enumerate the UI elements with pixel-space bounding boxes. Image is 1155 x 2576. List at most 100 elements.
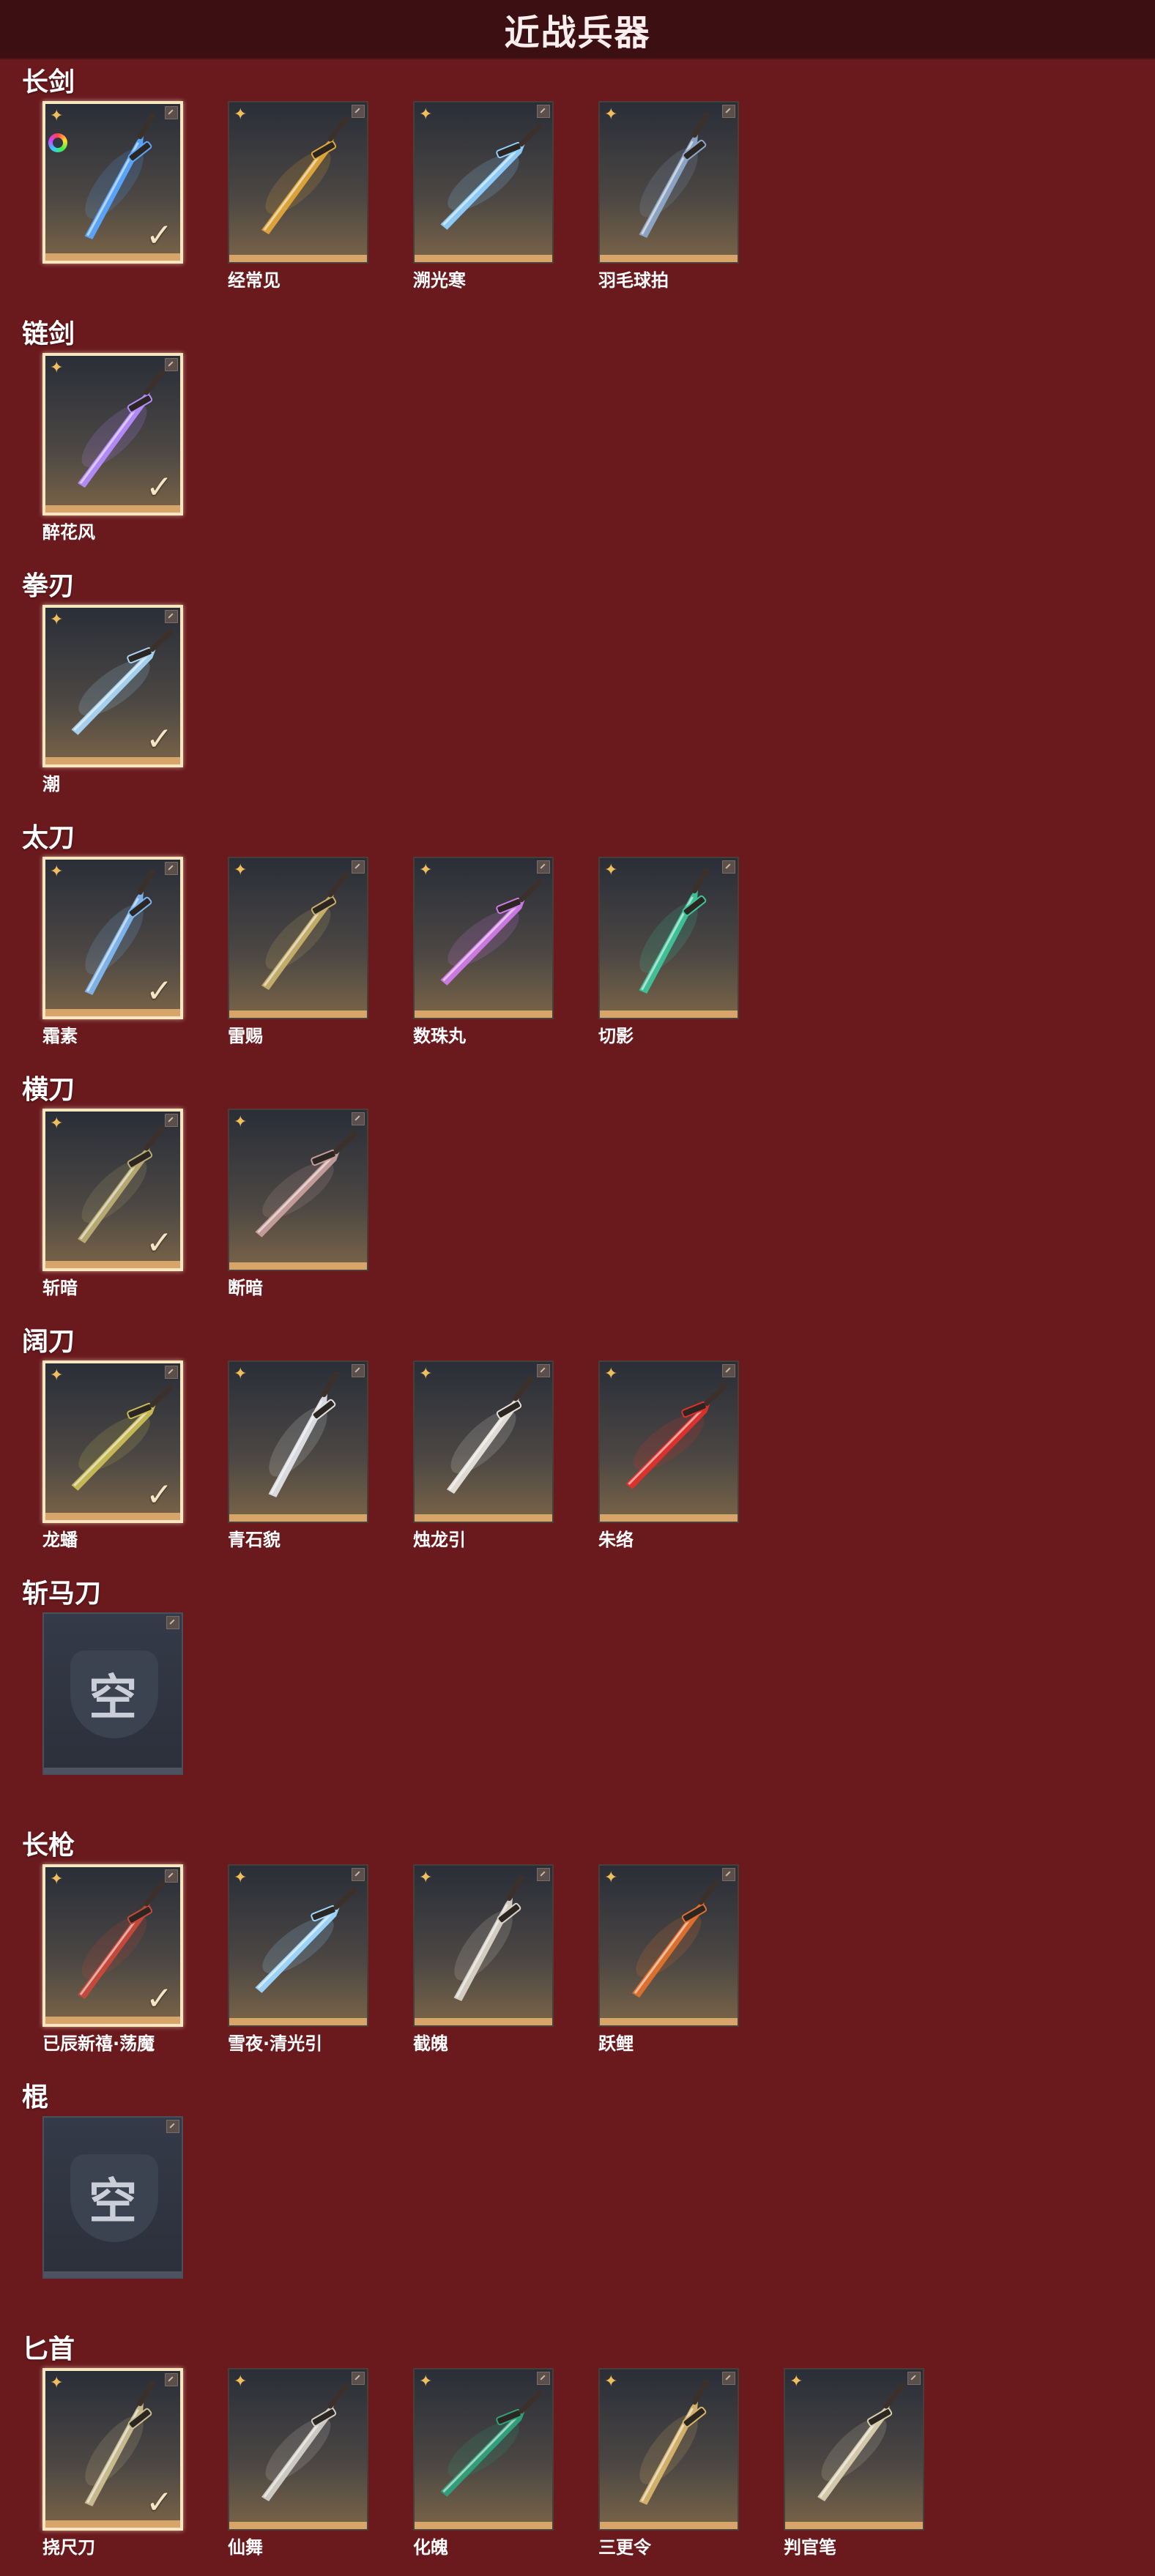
weapon-icon <box>440 2390 542 2497</box>
rarity-star-icon: ✦ <box>234 105 248 124</box>
rainbow-ring-icon <box>48 133 67 152</box>
rarity-star-icon: ✦ <box>50 1870 64 1888</box>
category-label: 链剑 <box>22 319 75 349</box>
weapon-name: 切影 <box>598 1026 634 1046</box>
rarity-star-icon: ✦ <box>604 2372 618 2391</box>
equipped-check-icon: ✓ <box>146 721 173 758</box>
weapon-icon <box>261 871 349 990</box>
weapon-icon <box>639 113 710 238</box>
empty-weapon-slot[interactable]: 空 <box>42 2116 183 2279</box>
weapon-icon <box>632 1879 720 1998</box>
weapon-card[interactable]: ✦ ✓ <box>42 101 183 264</box>
category-label: 长剑 <box>22 67 75 97</box>
weapon-name: 断暗 <box>228 1278 263 1298</box>
weapon-card[interactable]: ✦ ✓ <box>42 1109 183 1271</box>
weapon-icon <box>639 2380 710 2505</box>
rarity-star-icon: ✦ <box>50 1366 64 1385</box>
weapon-card[interactable]: ✦ ✓ <box>42 1360 183 1523</box>
weapon-name: 三更令 <box>598 2537 651 2558</box>
rarity-star-icon: ✦ <box>790 2372 803 2391</box>
equipped-check-icon: ✓ <box>146 1224 173 1262</box>
weapon-icon <box>268 1372 340 1497</box>
weapon-card[interactable]: ✦ ✓ <box>42 2368 183 2531</box>
weapon-name: 仙舞 <box>228 2537 263 2558</box>
rarity-star-icon: ✦ <box>604 1365 618 1383</box>
weapon-name: 化魄 <box>413 2537 448 2558</box>
weapon-name: 雪夜·清光引 <box>228 2033 323 2054</box>
weapon-card[interactable]: ✦ ✓ <box>42 353 183 515</box>
equipped-check-icon: ✓ <box>146 469 173 506</box>
weapon-card[interactable]: ✦ ✓ <box>42 1864 183 2027</box>
rarity-star-icon: ✦ <box>604 861 618 879</box>
weapon-card[interactable]: ✦ <box>228 1109 368 1271</box>
rarity-star-icon: ✦ <box>50 1114 64 1133</box>
weapon-card[interactable]: ✦ <box>228 1864 368 2027</box>
rarity-star-icon: ✦ <box>234 1365 248 1383</box>
category-label: 匕首 <box>22 2334 75 2364</box>
weapon-name: 潮 <box>42 774 60 794</box>
rarity-star-icon: ✦ <box>419 105 433 124</box>
category-label: 长枪 <box>22 1831 75 1861</box>
equipped-check-icon: ✓ <box>146 2484 173 2521</box>
weapon-card[interactable]: ✦ <box>598 101 739 264</box>
rarity-star-icon: ✦ <box>50 107 64 125</box>
weapon-icon <box>440 123 542 230</box>
weapon-icon <box>261 2383 349 2501</box>
rarity-star-icon: ✦ <box>419 1365 433 1383</box>
empty-weapon-slot[interactable]: 空 <box>42 1612 183 1775</box>
weapon-icon <box>261 116 349 234</box>
weapon-card[interactable]: ✦ <box>228 857 368 1019</box>
weapon-card[interactable]: ✦ <box>228 2368 368 2531</box>
category-label: 斩马刀 <box>22 1579 102 1609</box>
weapon-card[interactable]: ✦ ✓ <box>42 857 183 1019</box>
page-header: 近战兵器 <box>0 0 1155 59</box>
weapon-name: 经常见 <box>228 270 281 291</box>
page-title: 近战兵器 <box>504 12 651 53</box>
rarity-star-icon: ✦ <box>50 611 64 629</box>
weapon-name: 挠尺刀 <box>42 2537 95 2558</box>
weapon-name: 雷赐 <box>228 1026 263 1046</box>
rarity-star-icon: ✦ <box>419 1869 433 1887</box>
weapon-name: 溯光寒 <box>413 270 466 291</box>
equipped-check-icon: ✓ <box>146 217 173 254</box>
weapon-icon <box>453 1876 525 2001</box>
weapon-name: 斩暗 <box>42 1278 78 1298</box>
weapon-card[interactable]: ✦ <box>598 1360 739 1523</box>
weapon-card[interactable]: ✦ ✓ <box>42 605 183 767</box>
weapon-card[interactable]: ✦ <box>413 101 554 264</box>
weapon-name: 烛龙引 <box>413 1530 466 1550</box>
weapon-card[interactable]: ✦ <box>413 1864 554 2027</box>
rarity-star-icon: ✦ <box>419 861 433 879</box>
empty-slot-label: 空 <box>89 2173 137 2230</box>
category-label: 拳刃 <box>22 571 75 601</box>
weapon-card[interactable]: ✦ <box>413 2368 554 2531</box>
weapon-card[interactable]: ✦ <box>228 101 368 264</box>
weapon-card[interactable]: ✦ <box>784 2368 924 2531</box>
equipped-check-icon: ✓ <box>146 1980 173 2017</box>
weapon-icon <box>817 2383 905 2501</box>
weapon-name: 朱络 <box>598 1530 634 1550</box>
category-label: 阔刀 <box>22 1327 75 1357</box>
weapon-card[interactable]: ✦ <box>598 857 739 1019</box>
weapon-card[interactable]: ✦ <box>228 1360 368 1523</box>
weapon-name: 羽毛球拍 <box>598 270 669 291</box>
rarity-star-icon: ✦ <box>234 861 248 879</box>
rarity-star-icon: ✦ <box>234 1869 248 1887</box>
weapon-card[interactable]: ✦ <box>413 857 554 1019</box>
weapon-card[interactable]: ✦ <box>413 1360 554 1523</box>
weapon-icon <box>255 1886 357 1993</box>
weapon-icon <box>440 879 542 986</box>
weapon-name: 已辰新禧·荡魔 <box>42 2033 155 2054</box>
weapon-icon <box>639 868 710 994</box>
weapon-name: 醉花风 <box>42 522 95 543</box>
weapon-name: 龙蟠 <box>42 1530 78 1550</box>
rarity-star-icon: ✦ <box>604 1869 618 1887</box>
weapon-card[interactable]: ✦ <box>598 1864 739 2027</box>
weapon-icon <box>625 1382 727 1489</box>
category-label: 横刀 <box>22 1075 75 1105</box>
weapon-name: 霜素 <box>42 1026 78 1046</box>
rarity-star-icon: ✦ <box>234 2372 248 2391</box>
weapon-card[interactable]: ✦ <box>598 2368 739 2531</box>
rarity-star-icon: ✦ <box>50 2374 64 2392</box>
equipped-check-icon: ✓ <box>146 972 173 1010</box>
